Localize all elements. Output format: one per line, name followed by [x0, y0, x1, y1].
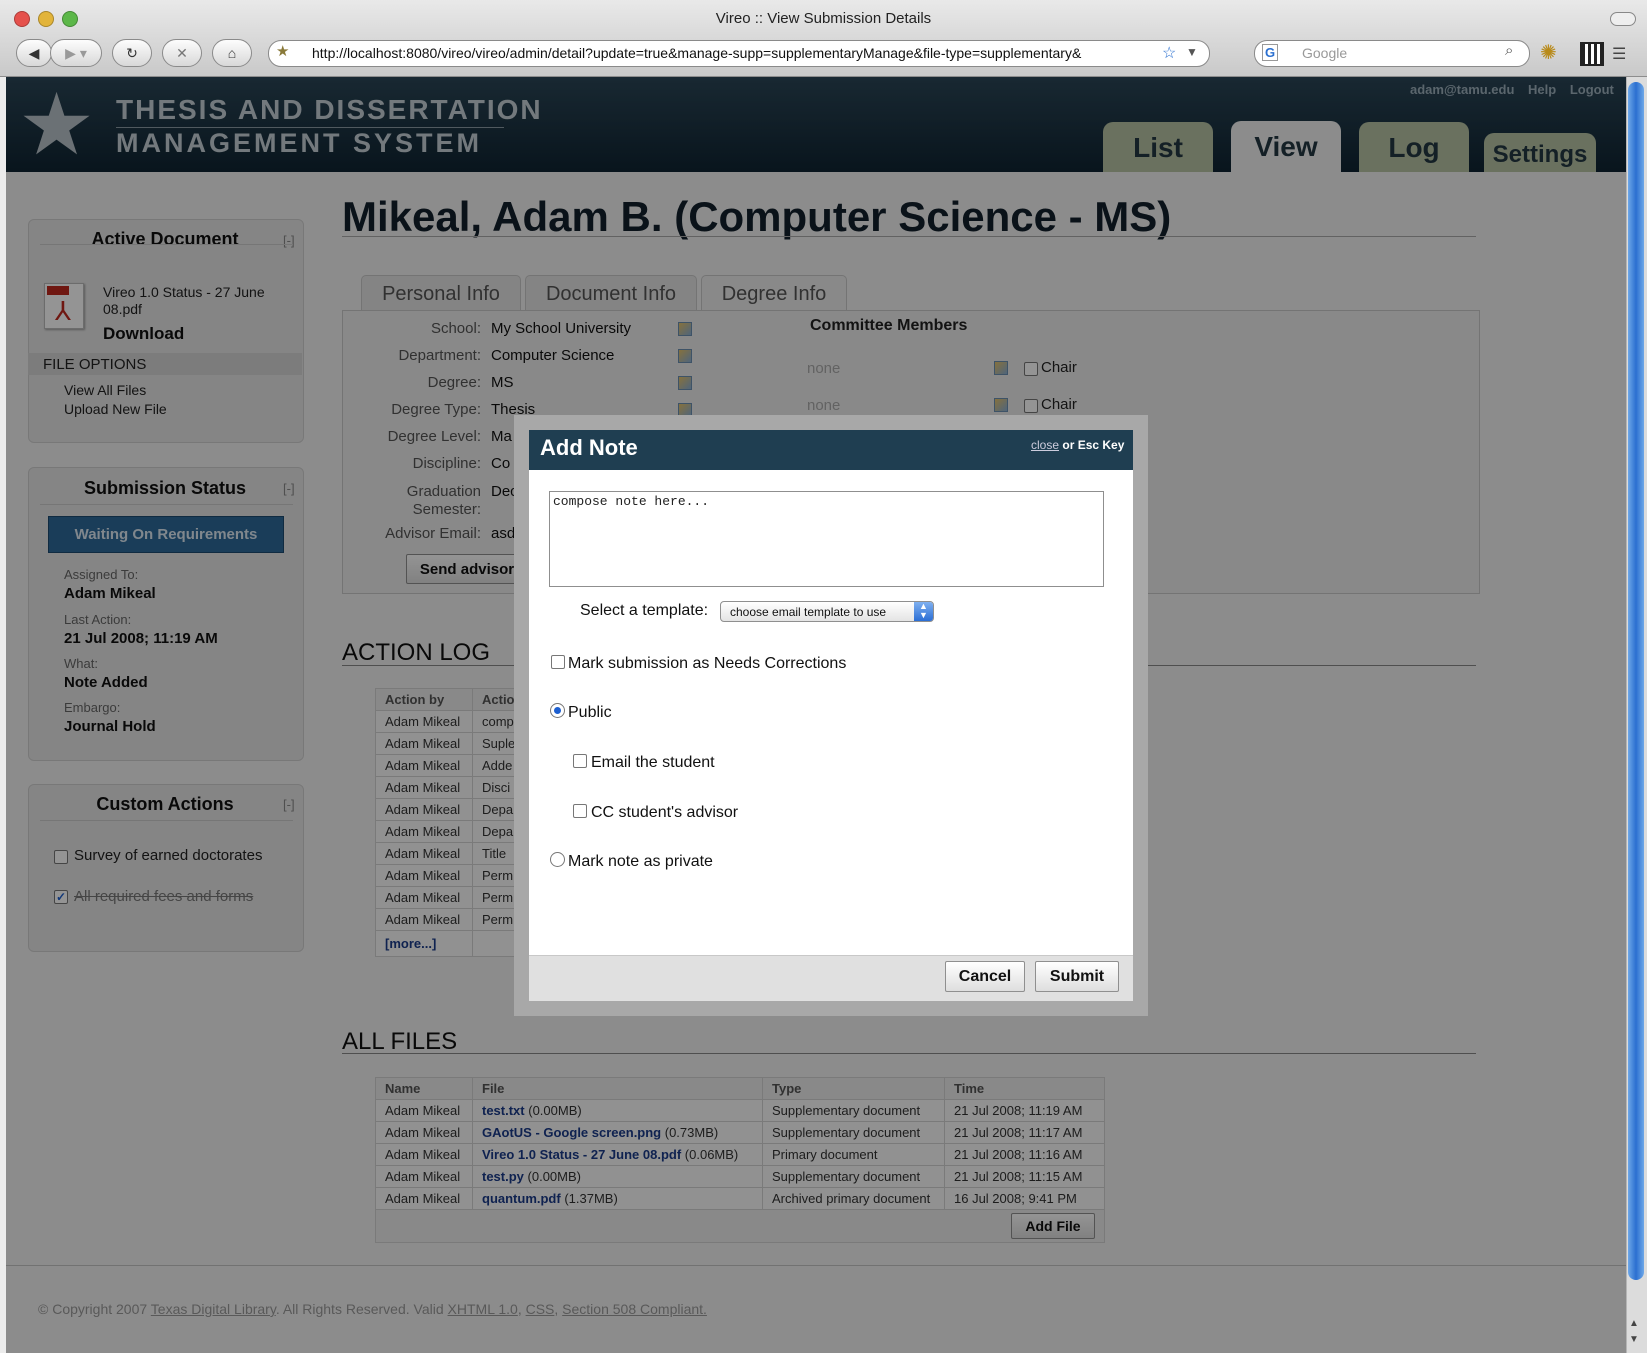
- history-dropdown-icon[interactable]: ▼: [1186, 45, 1198, 59]
- select-arrows-icon[interactable]: ▲ ▼: [914, 602, 933, 621]
- search-engine-icon[interactable]: G: [1262, 44, 1279, 61]
- needs-corrections-label: Mark submission as Needs Corrections: [568, 655, 847, 672]
- forward-arrow-icon: ▶ ▾: [65, 44, 87, 61]
- extension-icon[interactable]: [1580, 42, 1604, 66]
- submit-button[interactable]: Submit: [1035, 961, 1119, 992]
- modal-close-link[interactable]: close: [1031, 438, 1059, 452]
- toolbar-toggle-button[interactable]: [1610, 12, 1636, 26]
- modal-title: Add Note: [540, 435, 638, 460]
- search-magnifier-icon[interactable]: ⌕: [1505, 42, 1513, 59]
- private-label: Mark note as private: [568, 853, 713, 870]
- window-title: Vireo :: View Submission Details: [715, 10, 932, 27]
- private-radio[interactable]: [550, 852, 565, 867]
- public-label: Public: [568, 704, 612, 721]
- stop-icon: ✕: [176, 44, 188, 61]
- modal-close-hint: or Esc Key: [1062, 438, 1125, 452]
- template-label: Select a template:: [580, 602, 709, 619]
- needs-corrections-checkbox[interactable]: [551, 655, 565, 669]
- home-button[interactable]: ⌂: [212, 39, 252, 67]
- email-student-checkbox[interactable]: [573, 754, 587, 768]
- cc-advisor-label: CC student's advisor: [591, 804, 739, 821]
- forward-button[interactable]: ▶ ▾: [50, 39, 102, 67]
- back-arrow-icon: ◀: [28, 44, 40, 61]
- bookmark-star-icon[interactable]: ★: [276, 42, 289, 60]
- favorite-star-icon[interactable]: ☆: [1162, 43, 1176, 63]
- note-textarea[interactable]: compose note here...: [549, 491, 1104, 587]
- template-select[interactable]: choose email template to use: [720, 601, 934, 622]
- scroll-up-arrow-icon[interactable]: ▲: [1629, 1318, 1639, 1329]
- search-bar[interactable]: [1254, 40, 1530, 67]
- stop-button[interactable]: ✕: [162, 39, 202, 67]
- window-zoom-button[interactable]: [62, 11, 78, 27]
- modal-close: close or Esc Key: [1031, 438, 1124, 452]
- cc-advisor-checkbox[interactable]: [573, 804, 587, 818]
- window-minimize-button[interactable]: [38, 11, 54, 27]
- database-icon[interactable]: ☰: [1612, 44, 1626, 64]
- scrollbar-thumb[interactable]: [1628, 82, 1644, 1280]
- scroll-down-arrow-icon[interactable]: ▼: [1629, 1334, 1639, 1345]
- reload-icon: ↻: [126, 44, 138, 61]
- firebug-icon[interactable]: ✺: [1540, 40, 1557, 65]
- email-student-label: Email the student: [591, 754, 715, 771]
- window-close-button[interactable]: [14, 11, 30, 27]
- home-icon: ⌂: [227, 45, 237, 61]
- reload-button[interactable]: ↻: [112, 39, 152, 67]
- search-input[interactable]: Google: [1302, 45, 1347, 61]
- url-text[interactable]: http://localhost:8080/vireo/vireo/admin/…: [312, 45, 1164, 61]
- back-button[interactable]: ◀: [16, 39, 52, 67]
- cancel-button[interactable]: Cancel: [945, 961, 1025, 992]
- public-radio[interactable]: [550, 703, 565, 718]
